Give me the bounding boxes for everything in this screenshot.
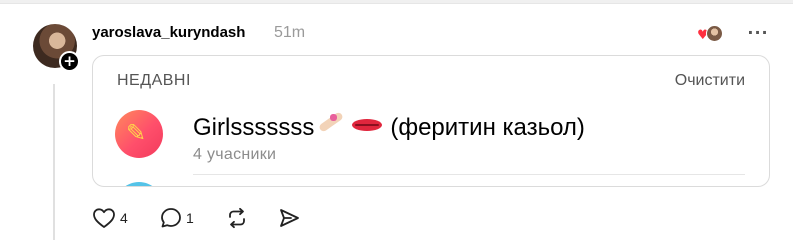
more-icon: ···: [747, 23, 769, 42]
chat-title-suffix: (феритин казьол): [390, 114, 585, 141]
row-divider: [193, 174, 745, 175]
reactor-avatar: [706, 25, 723, 42]
group-chat-avatar[interactable]: [115, 182, 163, 186]
repost-icon: [229, 207, 245, 229]
reply-count: 1: [186, 210, 194, 226]
heart-icon: [93, 208, 115, 228]
clear-button[interactable]: Очистити: [675, 70, 745, 92]
plus-icon[interactable]: +: [59, 51, 80, 72]
comment-icon: [161, 208, 181, 228]
chat-members-count: 4 учасники: [193, 146, 277, 163]
recent-chats-panel: НЕДАВНІ Очистити ✎ Girlsssssss (феритин к…: [92, 55, 770, 187]
share-button[interactable]: [278, 206, 300, 230]
reactors[interactable]: ♥: [697, 24, 727, 44]
chat-title[interactable]: Girlsssssss (феритин казьол): [193, 113, 585, 143]
group-chat-avatar[interactable]: ✎: [115, 110, 163, 158]
nail-polish-icon: ✎: [126, 119, 147, 147]
send-icon: [280, 209, 299, 227]
thread-line: [53, 84, 55, 240]
nail-polish-emoji: [314, 114, 348, 138]
timestamp: 51m: [274, 24, 306, 41]
more-button[interactable]: ···: [744, 21, 772, 45]
repost-button[interactable]: [226, 206, 248, 230]
username[interactable]: yaroslava_kuryndash: [92, 23, 245, 43]
reply-button[interactable]: 1: [160, 206, 194, 230]
top-divider: [0, 0, 793, 4]
panel-heading: НЕДАВНІ: [117, 72, 191, 89]
chat-title-text: Girlsssssss: [193, 114, 315, 141]
like-count: 4: [120, 210, 128, 226]
like-button[interactable]: 4: [92, 206, 128, 230]
lips-emoji: [352, 117, 383, 133]
